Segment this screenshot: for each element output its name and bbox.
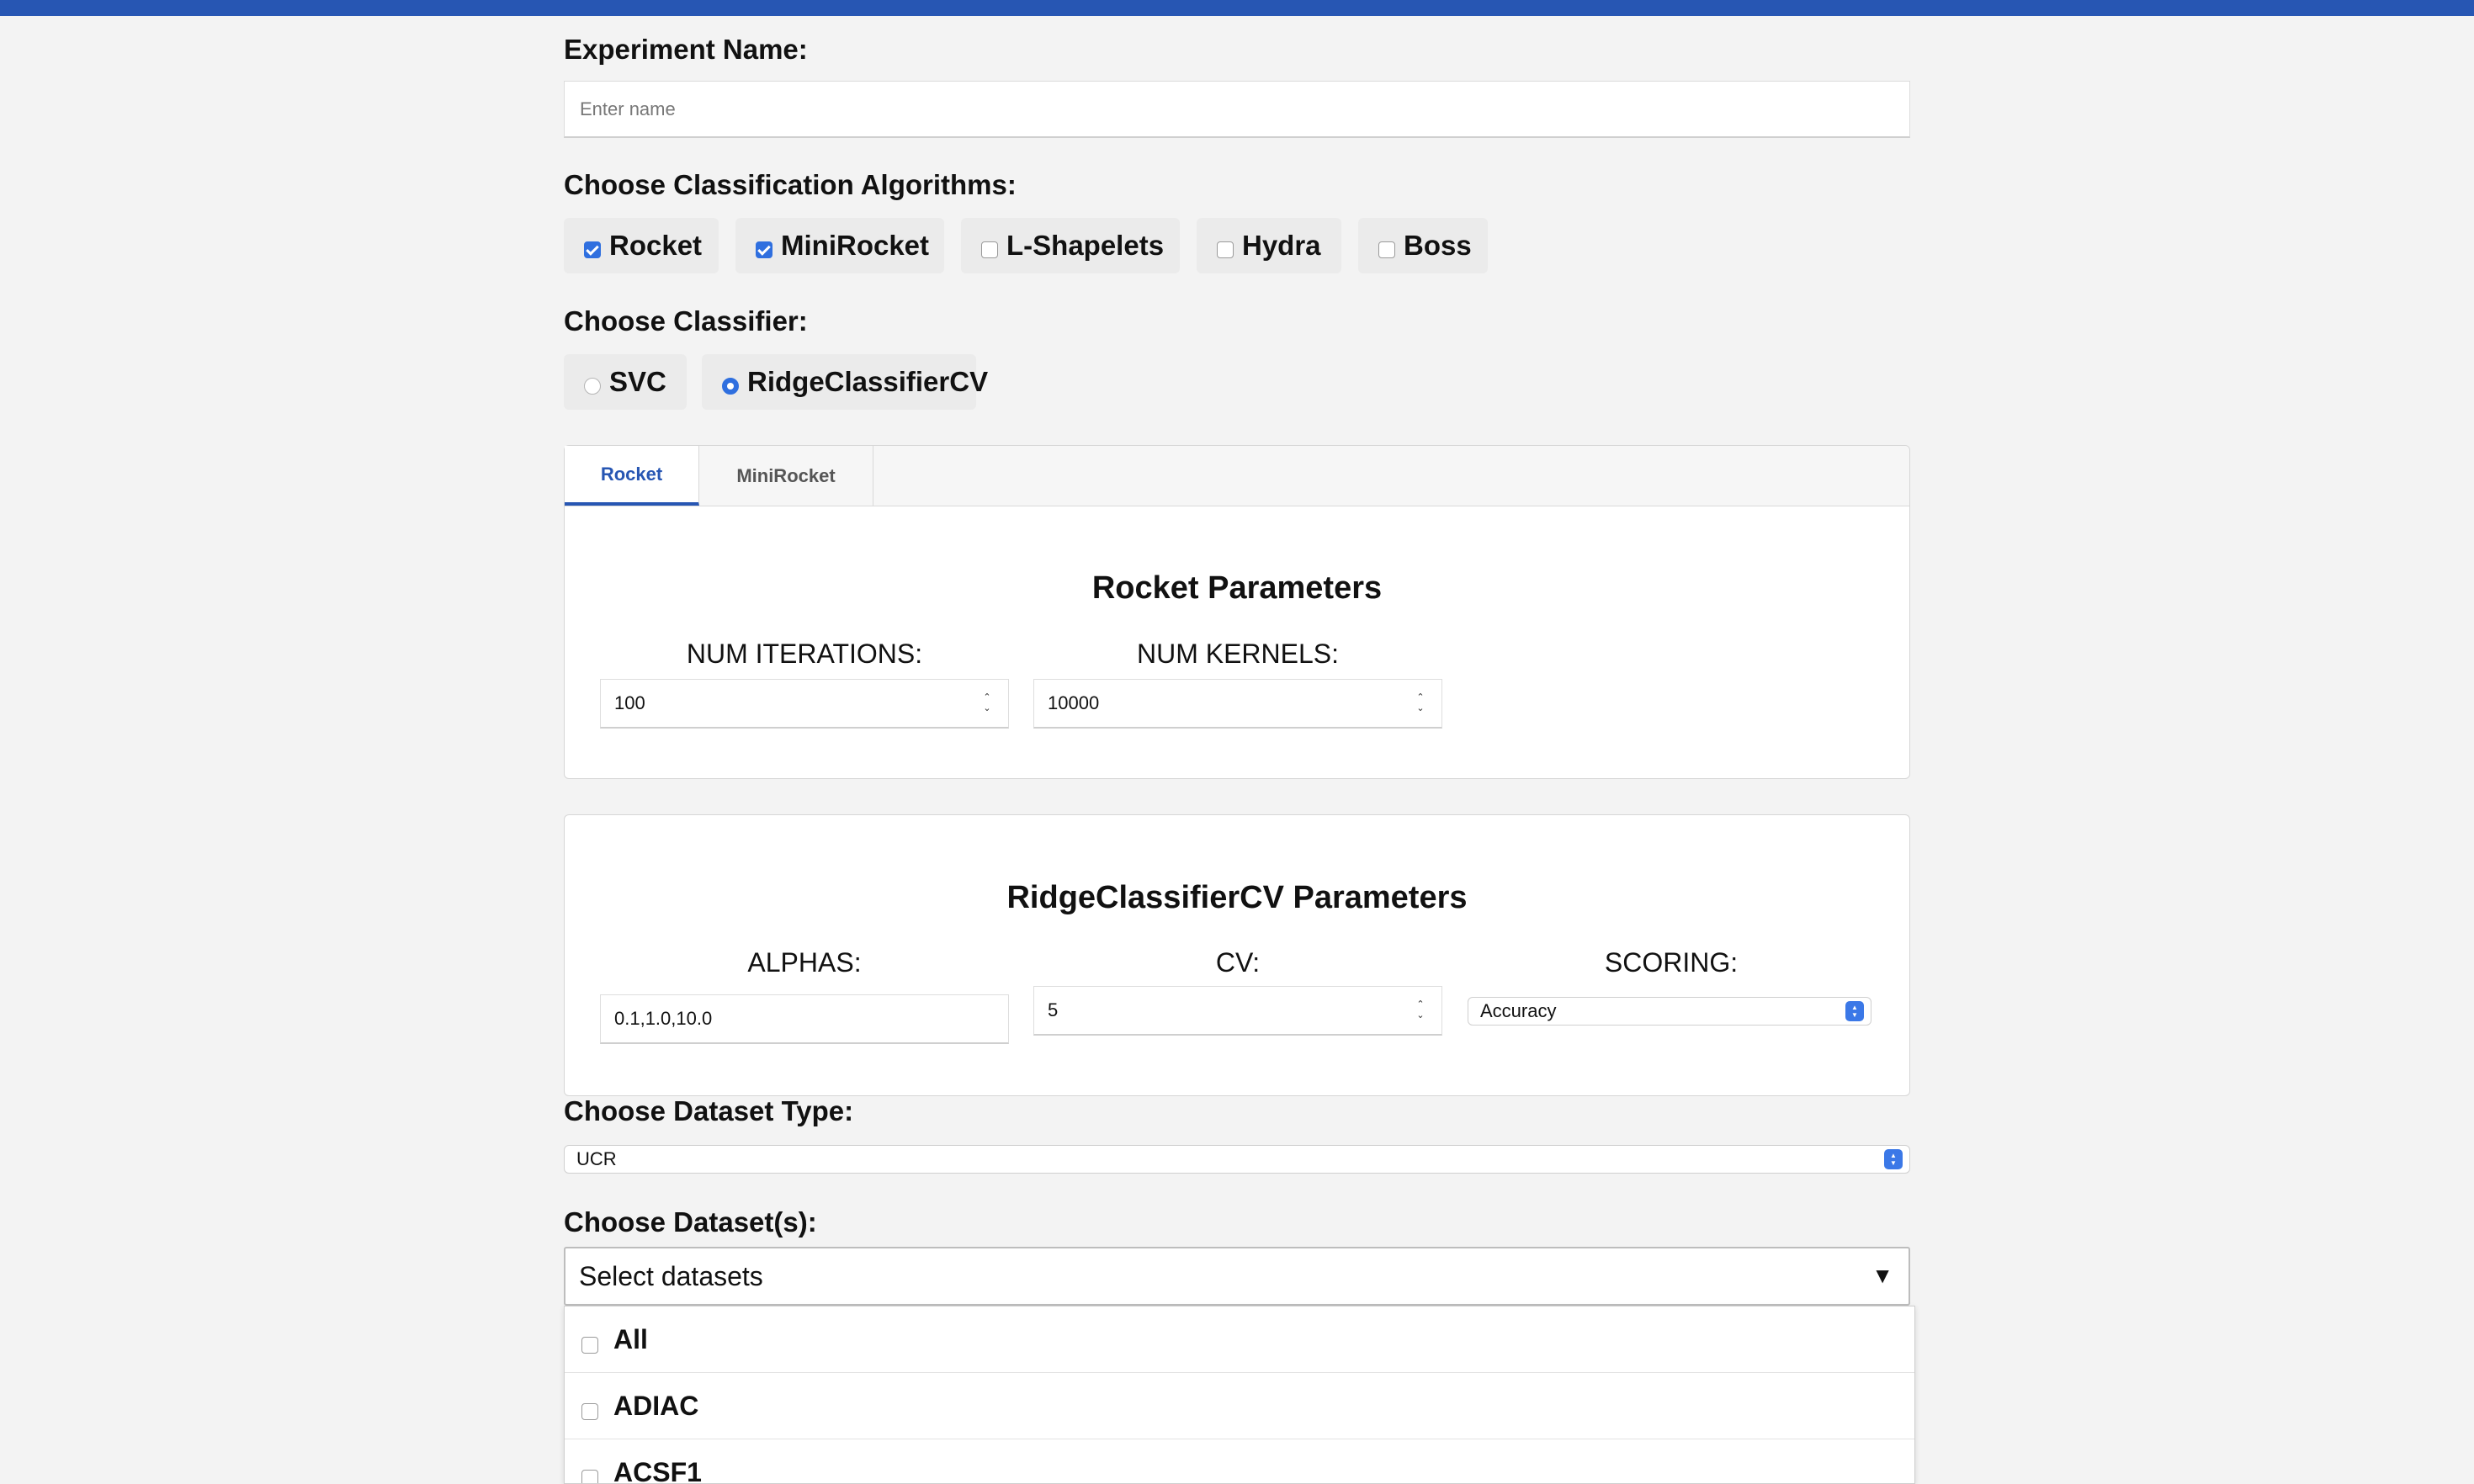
- algorithm-tabs: Rocket MiniRocket: [565, 446, 1909, 506]
- algorithm-label: MiniRocket: [781, 230, 929, 262]
- num-iterations-input[interactable]: 100 ⌃⌄: [600, 679, 1009, 729]
- dataset-type-value: UCR: [576, 1148, 617, 1170]
- datasets-multiselect[interactable]: Select datasets ▼: [564, 1247, 1910, 1306]
- ridgeclassifiercv-radio[interactable]: [722, 378, 739, 395]
- dataset-option-adiac[interactable]: ADIAC: [565, 1373, 1914, 1439]
- svc-radio[interactable]: [584, 378, 601, 395]
- classifier-option-label: RidgeClassifierCV: [747, 366, 988, 398]
- dataset-option-label: ACSF1: [613, 1457, 702, 1484]
- scoring-label: SCORING:: [1467, 947, 1876, 978]
- rocket-checkbox[interactable]: [584, 241, 601, 258]
- algorithms-label: Choose Classification Algorithms:: [564, 169, 1017, 201]
- algorithm-label: L-Shapelets: [1006, 230, 1164, 262]
- algorithm-params-card: Rocket MiniRocket Rocket Parameters NUM …: [564, 445, 1910, 779]
- minirocket-checkbox[interactable]: [756, 241, 772, 258]
- experiment-name-input[interactable]: [564, 81, 1910, 138]
- datasets-placeholder: Select datasets: [579, 1261, 763, 1292]
- spinner-icon[interactable]: ⌃⌄: [981, 692, 993, 715]
- chevron-down-icon[interactable]: ▼: [1871, 1263, 1893, 1289]
- algorithm-label: Boss: [1404, 230, 1472, 262]
- tab-minirocket[interactable]: MiniRocket: [699, 446, 873, 506]
- alphas-input[interactable]: 0.1,1.0,10.0: [600, 994, 1009, 1044]
- cv-label: CV:: [1033, 947, 1442, 978]
- scoring-select[interactable]: Accuracy ▲▼: [1468, 997, 1871, 1026]
- num-kernels-value: 10000: [1048, 692, 1099, 714]
- spinner-icon[interactable]: ⌃⌄: [1415, 692, 1426, 715]
- algorithm-option-l-shapelets[interactable]: L-Shapelets: [961, 218, 1180, 273]
- cv-value: 5: [1048, 999, 1058, 1021]
- dataset-option-label: All: [613, 1324, 648, 1355]
- l-shapelets-checkbox[interactable]: [981, 241, 998, 258]
- num-kernels-label: NUM KERNELS:: [1033, 639, 1442, 670]
- dataset-option-all[interactable]: All: [565, 1306, 1914, 1373]
- dataset-option-acsf1[interactable]: ACSF1: [565, 1439, 1914, 1484]
- algorithm-option-rocket[interactable]: Rocket: [564, 218, 719, 273]
- datasets-dropdown-list: All ADIAC ACSF1: [564, 1306, 1915, 1484]
- alphas-label: ALPHAS:: [600, 947, 1009, 978]
- classifier-option-svc[interactable]: SVC: [564, 354, 687, 410]
- rocket-params-title: Rocket Parameters: [565, 570, 1909, 607]
- datasets-label: Choose Dataset(s):: [564, 1206, 817, 1238]
- ridge-params-title: RidgeClassifierCV Parameters: [565, 880, 1909, 916]
- experiment-name-label: Experiment Name:: [564, 34, 808, 66]
- select-arrows-icon: ▲▼: [1884, 1149, 1903, 1169]
- select-arrows-icon: ▲▼: [1845, 1001, 1864, 1021]
- classifier-params-card: RidgeClassifierCV Parameters ALPHAS: 0.1…: [564, 814, 1910, 1096]
- num-iterations-label: NUM ITERATIONS:: [600, 639, 1009, 670]
- cv-input[interactable]: 5 ⌃⌄: [1033, 986, 1442, 1036]
- classifier-label: Choose Classifier:: [564, 305, 808, 337]
- algorithm-label: Hydra: [1242, 230, 1321, 262]
- dataset-checkbox[interactable]: [581, 1403, 598, 1420]
- algorithm-label: Rocket: [609, 230, 702, 262]
- classifier-option-label: SVC: [609, 366, 666, 398]
- boss-checkbox[interactable]: [1378, 241, 1395, 258]
- dataset-checkbox[interactable]: [581, 1337, 598, 1354]
- spinner-icon[interactable]: ⌃⌄: [1415, 999, 1426, 1022]
- scoring-value: Accuracy: [1480, 1000, 1556, 1022]
- algorithm-option-hydra[interactable]: Hydra: [1197, 218, 1341, 273]
- top-header-bar: [0, 0, 2474, 16]
- dataset-type-select[interactable]: UCR ▲▼: [564, 1145, 1910, 1174]
- algorithm-option-boss[interactable]: Boss: [1358, 218, 1488, 273]
- tab-rocket[interactable]: Rocket: [565, 446, 699, 506]
- num-kernels-input[interactable]: 10000 ⌃⌄: [1033, 679, 1442, 729]
- dataset-option-label: ADIAC: [613, 1391, 698, 1422]
- algorithm-option-minirocket[interactable]: MiniRocket: [735, 218, 944, 273]
- alphas-value: 0.1,1.0,10.0: [614, 1008, 712, 1030]
- hydra-checkbox[interactable]: [1217, 241, 1234, 258]
- num-iterations-value: 100: [614, 692, 645, 714]
- dataset-type-label: Choose Dataset Type:: [564, 1095, 853, 1127]
- classifier-option-ridgeclassifiercv[interactable]: RidgeClassifierCV: [702, 354, 976, 410]
